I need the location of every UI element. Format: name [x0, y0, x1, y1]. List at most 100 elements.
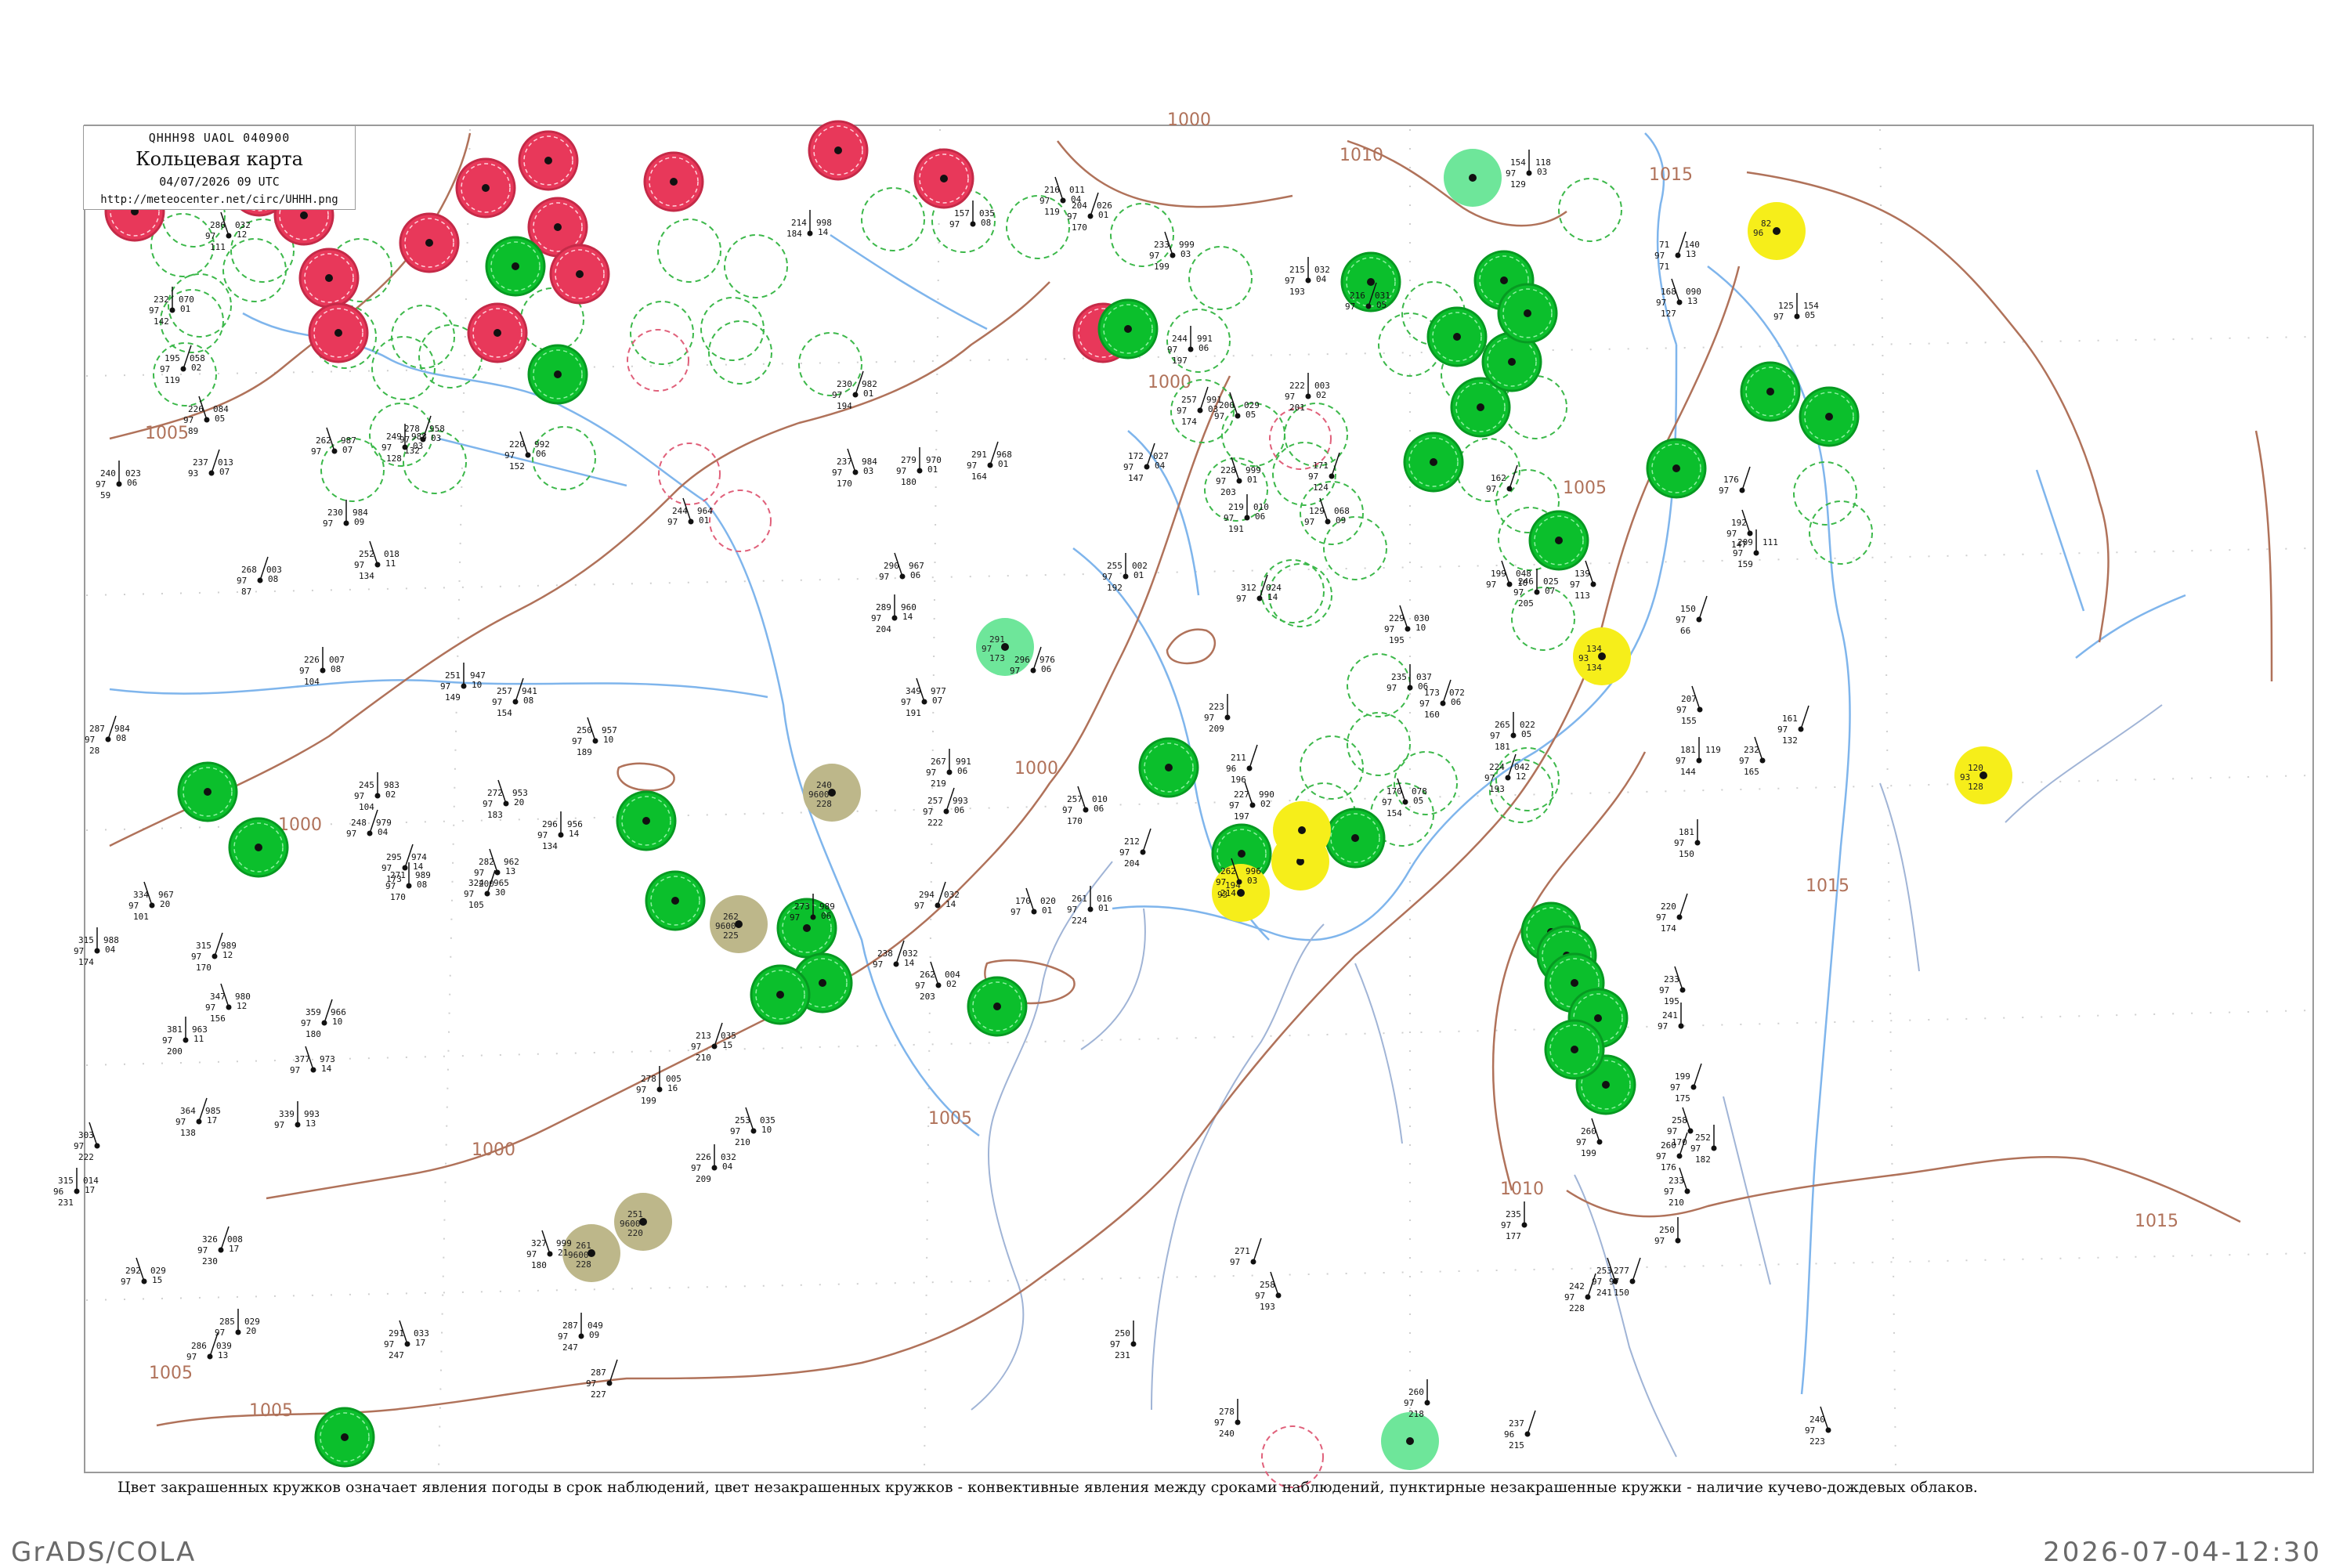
obs-temperature: 211 — [1231, 753, 1246, 763]
obs-visibility: 97 — [1384, 624, 1394, 634]
station-circle-green — [1325, 807, 1386, 869]
obs-tendency: 02 — [385, 789, 396, 800]
obs-dewpoint: 177 — [1506, 1231, 1521, 1241]
obs-tendency: 03 — [1537, 167, 1547, 177]
obs-tendency: 13 — [306, 1118, 316, 1129]
obs-visibility: 97 — [474, 868, 484, 878]
obs-temperature: 212 — [1124, 836, 1140, 847]
obs-tendency: 04 — [378, 827, 389, 837]
obs-visibility: 97 — [1062, 805, 1072, 815]
obs-temperature: 296 — [1014, 655, 1030, 665]
isobar-label: 1000 — [1148, 373, 1191, 392]
obs-temperature: 253 — [1596, 1266, 1612, 1276]
obs-temperature: 252 — [359, 549, 374, 559]
obs-temperature: 154 — [1510, 157, 1526, 168]
obs-visibility: 97 — [1674, 838, 1684, 848]
obs-tendency: 11 — [193, 1034, 204, 1044]
obs-dewpoint: 191 — [906, 708, 921, 718]
obs-tendency: 05 — [1521, 729, 1531, 739]
obs-tendency: 14 — [904, 958, 915, 968]
obs-dewpoint: 142 — [154, 316, 169, 327]
obs-visibility: 97 — [384, 1339, 394, 1349]
obs-visibility: 93 — [188, 468, 198, 479]
obs-tendency: 13 — [1686, 249, 1696, 259]
obs-tendency: 05 — [215, 414, 225, 424]
obs-temperature: 244 — [1172, 334, 1188, 344]
obs-visibility: 97 — [1659, 985, 1669, 995]
obs-temperature: 229 — [1389, 613, 1405, 623]
obs-temperature: 71 — [1659, 240, 1669, 250]
obs-visibility: 97 — [572, 736, 582, 746]
obs-tendency: 05 — [1376, 300, 1386, 310]
obs-visibility: 97 — [1167, 345, 1177, 355]
obs-visibility: 97 — [1404, 1398, 1414, 1408]
obs-temperature: 240 — [1810, 1414, 1825, 1425]
obs-temperature: 192 — [1731, 518, 1747, 528]
obs-visibility: 97 — [74, 1141, 84, 1151]
obs-visibility: 97 — [440, 681, 450, 692]
obs-visibility: 97 — [1513, 587, 1524, 598]
obs-temperature: 171 — [1313, 461, 1329, 471]
obs-tendency: 01 — [1133, 570, 1144, 580]
station-dot — [482, 184, 490, 192]
obs-tendency: 13 — [505, 866, 515, 876]
obs-dewpoint: 119 — [1044, 207, 1060, 217]
station-circle-red — [913, 148, 974, 209]
obs-tendency: 06 — [910, 570, 920, 580]
station-circle-green — [177, 761, 238, 822]
obs-tendency: 10 — [761, 1125, 772, 1135]
obs-temperature: 199 — [1675, 1071, 1690, 1082]
obs-temperature: 173 — [1424, 688, 1440, 698]
obs-visibility: 97 — [1214, 1418, 1224, 1428]
obs-temperature: 237 — [193, 457, 208, 468]
obs-tendency: 14 — [1267, 592, 1278, 602]
obs-tendency: 13 — [218, 1350, 228, 1360]
station-dot — [834, 146, 842, 154]
obs-temperature: 278 — [404, 424, 420, 434]
obs-temperature: 279 — [901, 455, 916, 465]
obs-tendency: 01 — [863, 388, 873, 399]
obs-temperature: 228 — [1220, 465, 1236, 475]
obs-dewpoint: 210 — [735, 1137, 750, 1147]
station-circle-light-green — [1381, 1412, 1439, 1470]
obs-tendency: 07 — [1545, 586, 1555, 596]
obs-dewpoint: 199 — [1154, 262, 1170, 272]
obs-temperature: 287 — [89, 724, 105, 734]
obs-visibility: 97 — [1119, 847, 1130, 858]
obs-tendency: 13 — [1687, 296, 1697, 306]
obs-temperature: 161 — [1782, 714, 1798, 724]
station-circle-green — [616, 790, 677, 851]
obs-tendency: 02 — [191, 363, 201, 373]
obs-temperature: 209 — [1737, 537, 1753, 547]
obs-dewpoint: 228 — [1569, 1303, 1585, 1313]
obs-visibility: 97 — [1676, 705, 1687, 715]
obs-tendency: 06 — [954, 805, 964, 815]
obs-visibility: 97 — [1773, 312, 1784, 322]
obs-tendency: 02 — [1316, 390, 1326, 400]
obs-tendency: 07 — [932, 695, 942, 706]
map-url[interactable]: http://meteocenter.net/circ/UHHH.png — [84, 193, 355, 206]
obs-temperature: 261 — [1072, 894, 1087, 904]
obs-dewpoint: 128 — [386, 453, 402, 464]
obs-tendency: 01 — [699, 515, 709, 526]
bulletin-code: QHHH98 UAOL 040900 — [148, 131, 291, 145]
obs-tendency: 12 — [222, 950, 233, 960]
obs-dewpoint: 104 — [304, 677, 320, 687]
obs-dewpoint: 195 — [1389, 635, 1405, 645]
station-value: 228 — [576, 1259, 591, 1270]
obs-temperature: 267 — [931, 757, 946, 767]
obs-dewpoint: 66 — [1680, 626, 1690, 636]
obs-tendency: 12 — [237, 229, 247, 240]
obs-visibility: 97 — [1576, 1137, 1586, 1147]
station-circle-green — [645, 870, 706, 931]
obs-temperature: 289 — [876, 602, 891, 612]
isobar-label: 1005 — [249, 1401, 293, 1421]
obs-temperature: 207 — [1681, 694, 1697, 704]
obs-temperature: 170 — [1386, 786, 1402, 797]
station-dot — [1238, 850, 1246, 858]
obs-visibility: 97 — [1592, 1277, 1602, 1287]
obs-visibility: 97 — [1236, 594, 1246, 604]
obs-visibility: 97 — [790, 912, 800, 923]
obs-visibility: 97 — [1656, 912, 1666, 923]
obs-temperature: 315 — [78, 935, 94, 945]
